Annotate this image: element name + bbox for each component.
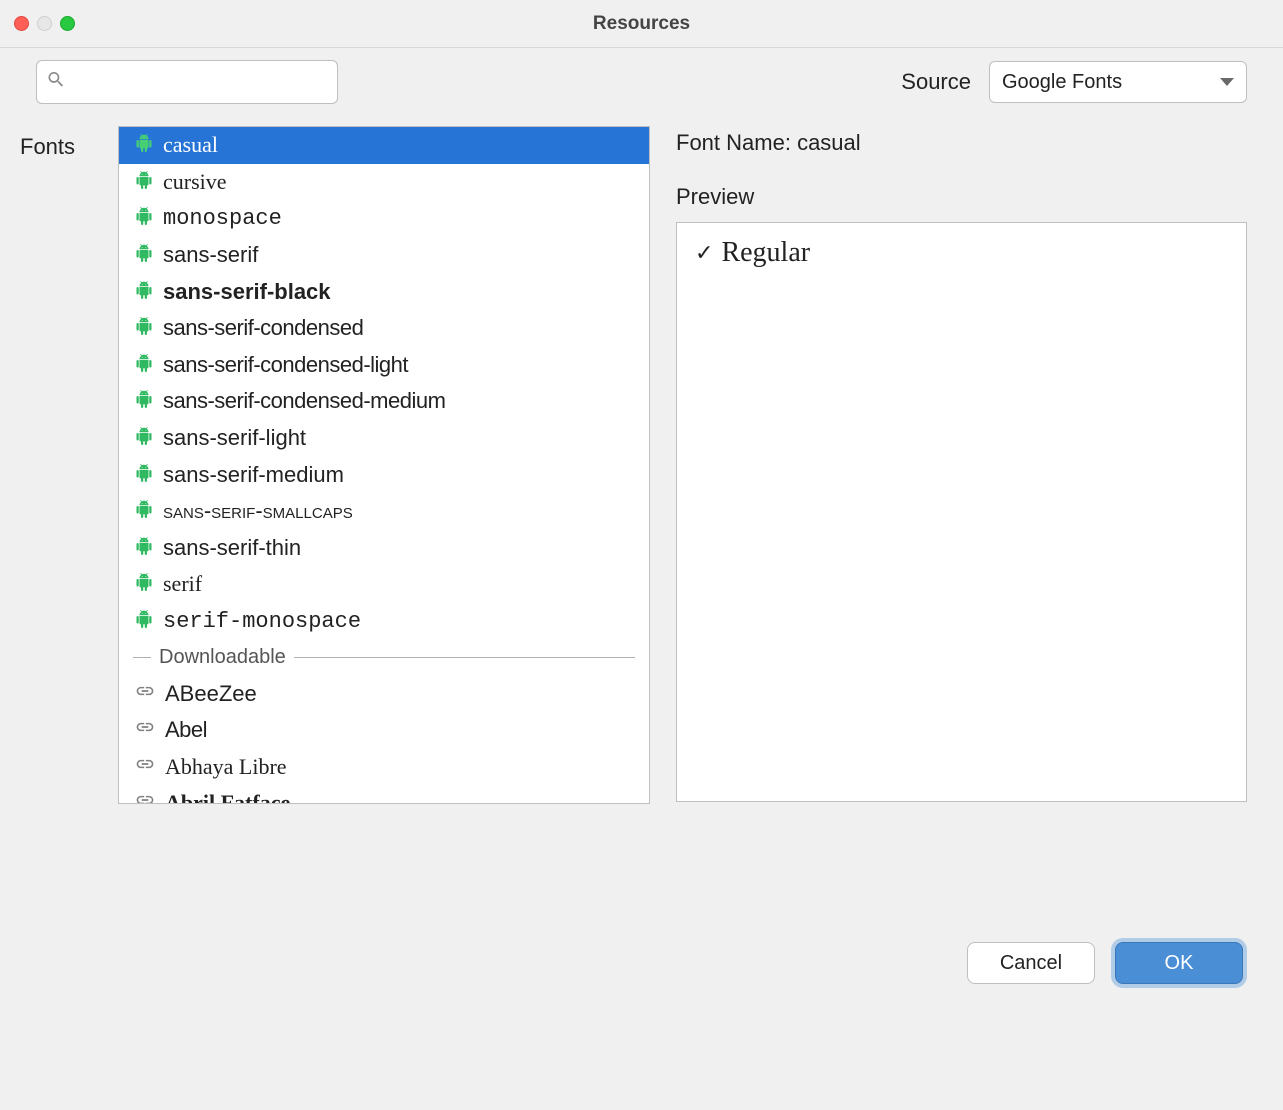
font-item[interactable]: sans-serif-black <box>119 273 649 310</box>
font-item[interactable]: sans-serif-condensed-light <box>119 347 649 384</box>
ok-button[interactable]: OK <box>1115 942 1243 984</box>
font-item[interactable]: sans-serif <box>119 237 649 274</box>
android-icon <box>135 425 153 451</box>
android-icon <box>135 608 153 634</box>
font-list-scroll[interactable]: casual cursive monospace sans-serif sans-ser… <box>119 127 649 803</box>
android-icon <box>135 169 153 195</box>
font-item-label: sans-serif-thin <box>163 535 301 561</box>
android-icon <box>135 388 153 414</box>
android-icon <box>135 315 153 341</box>
link-icon <box>135 754 155 780</box>
font-item-label: cursive <box>163 169 227 195</box>
window-title: Resources <box>593 13 690 35</box>
font-item[interactable]: sans-serif-condensed-medium <box>119 383 649 420</box>
source-selected-value: Google Fonts <box>1002 71 1122 94</box>
font-item-label: casual <box>163 132 218 158</box>
font-list: casual cursive monospace sans-serif sans-ser… <box>118 126 650 804</box>
font-item[interactable]: sans-serif-thin <box>119 530 649 567</box>
font-item[interactable]: Abril Fatface <box>119 785 649 803</box>
font-item-label: monospace <box>163 206 282 231</box>
font-item-label: ABeeZee <box>165 681 257 707</box>
link-icon <box>135 681 155 707</box>
font-item[interactable]: monospace <box>119 200 649 237</box>
window-close[interactable] <box>14 16 29 31</box>
android-icon <box>135 132 153 158</box>
section-divider: Downloadable <box>119 639 649 675</box>
font-item[interactable]: cursive <box>119 164 649 201</box>
font-item-label: sans-serif-smallcaps <box>163 498 353 524</box>
fonts-label: Fonts <box>20 126 96 804</box>
android-icon <box>135 352 153 378</box>
android-icon <box>135 498 153 524</box>
preview-variant[interactable]: ✓ Regular <box>695 237 1228 269</box>
font-item[interactable]: ABeeZee <box>119 675 649 712</box>
font-name-label: Font Name: casual <box>676 126 1247 156</box>
font-item-label: Abel <box>165 717 207 743</box>
chevron-down-icon <box>1220 78 1234 86</box>
font-item[interactable]: serif-monospace <box>119 603 649 640</box>
preview-variant-label: Regular <box>721 237 810 269</box>
divider-label: Downloadable <box>159 646 286 669</box>
window-maximize[interactable] <box>60 16 75 31</box>
android-icon <box>135 242 153 268</box>
font-item[interactable]: Abhaya Libre <box>119 749 649 786</box>
font-item-label: Abhaya Libre <box>165 754 287 780</box>
font-item[interactable]: casual <box>119 127 649 164</box>
link-icon <box>135 717 155 743</box>
font-item-label: sans-serif-black <box>163 279 331 305</box>
font-item[interactable]: sans-serif-smallcaps <box>119 493 649 530</box>
android-icon <box>135 279 153 305</box>
font-item-label: Abril Fatface <box>165 790 290 803</box>
check-icon: ✓ <box>695 240 713 266</box>
font-item-label: sans-serif-condensed-light <box>163 352 408 378</box>
search-input[interactable] <box>36 60 338 104</box>
font-item[interactable]: sans-serif-condensed <box>119 310 649 347</box>
font-item-label: sans-serif <box>163 242 258 268</box>
font-item-label: serif <box>163 571 202 597</box>
font-item-label: sans-serif-condensed-medium <box>163 388 445 414</box>
font-item-label: sans-serif-medium <box>163 462 344 488</box>
traffic-lights <box>0 16 75 31</box>
android-icon <box>135 571 153 597</box>
link-icon <box>135 790 155 803</box>
android-icon <box>135 535 153 561</box>
font-item-label: sans-serif-condensed <box>163 315 363 341</box>
search-icon <box>46 70 66 95</box>
preview-box: ✓ Regular <box>676 222 1247 802</box>
font-item-label: sans-serif-light <box>163 425 306 451</box>
preview-label: Preview <box>676 184 1247 210</box>
source-label: Source <box>901 69 971 95</box>
android-icon <box>135 462 153 488</box>
titlebar: Resources <box>0 0 1283 48</box>
font-item[interactable]: sans-serif-light <box>119 420 649 457</box>
cancel-button[interactable]: Cancel <box>967 942 1095 984</box>
font-item[interactable]: serif <box>119 566 649 603</box>
font-item[interactable]: sans-serif-medium <box>119 456 649 493</box>
android-icon <box>135 205 153 231</box>
font-item-label: serif-monospace <box>163 609 361 634</box>
source-select[interactable]: Google Fonts <box>989 61 1247 103</box>
window-minimize <box>37 16 52 31</box>
font-item[interactable]: Abel <box>119 712 649 749</box>
